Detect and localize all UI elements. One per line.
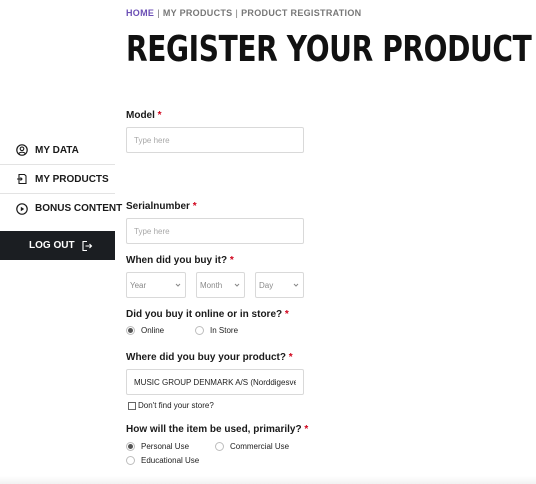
chevron-down-icon: [175, 283, 181, 287]
sidebar-item-label: BONUS CONTENT: [35, 203, 123, 214]
play-circle-icon: [16, 202, 28, 215]
breadcrumb-home-link[interactable]: HOME: [126, 8, 154, 18]
radio-label: In Store: [210, 326, 239, 335]
breadcrumb-my-products-link[interactable]: MY PRODUCTS: [163, 8, 233, 18]
radio-label: Commercial Use: [230, 442, 290, 451]
channel-label: Did you buy it online or in store? *: [126, 309, 289, 320]
model-input[interactable]: [126, 127, 304, 153]
sidebar-item-label: MY DATA: [35, 144, 79, 156]
required-marker: *: [304, 424, 309, 435]
logout-label: LOG OUT: [29, 240, 75, 251]
logout-icon: [81, 240, 93, 252]
serial-label: Serialnumber *: [126, 201, 197, 212]
bottom-shadow: [0, 476, 536, 484]
breadcrumb-separator: |: [157, 8, 160, 18]
breadcrumb-current: PRODUCT REGISTRATION: [241, 8, 362, 18]
channel-label-text: Did you buy it online or in store?: [126, 309, 283, 320]
radio-label: Online: [141, 326, 165, 335]
sidebar-item-bonus-content[interactable]: BONUS CONTENT: [0, 194, 122, 223]
radio-label: Personal Use: [141, 442, 190, 451]
usage-label-text: How will the item be used, primarily?: [126, 424, 302, 435]
no-store-label: Don't find your store?: [138, 401, 214, 410]
required-marker: *: [284, 309, 289, 320]
usage-commercial-radio[interactable]: Commercial Use: [215, 442, 289, 451]
usage-label: How will the item be used, primarily? *: [126, 424, 308, 435]
sidebar: MY DATA MY PRODUCTS BONUS CONTENT LOG OU…: [0, 136, 122, 260]
year-select-value: Year: [130, 280, 147, 290]
sidebar-item-my-data[interactable]: MY DATA: [0, 136, 115, 165]
sidebar-item-label: MY PRODUCTS: [35, 173, 109, 185]
page-title: REGISTER YOUR PRODUCT: [126, 29, 532, 70]
product-register-icon: [16, 173, 28, 185]
radio-label: Educational Use: [141, 456, 200, 465]
logout-button[interactable]: LOG OUT: [0, 231, 115, 260]
breadcrumb: HOME | MY PRODUCTS | PRODUCT REGISTRATION: [126, 8, 361, 18]
serial-input[interactable]: [126, 218, 304, 244]
required-marker: *: [288, 352, 293, 363]
month-select-value: Month: [200, 280, 223, 290]
user-circle-icon: [16, 144, 28, 156]
purchase-date-label-text: When did you buy it?: [126, 255, 228, 266]
serial-label-text: Serialnumber: [126, 201, 190, 212]
purchase-date-label: When did you buy it? *: [126, 255, 234, 266]
radio-button[interactable]: [195, 326, 204, 335]
breadcrumb-separator: |: [235, 8, 239, 18]
channel-online-radio[interactable]: Online: [126, 326, 164, 335]
no-store-checkbox-row[interactable]: Don't find your store?: [128, 401, 214, 410]
day-select[interactable]: Day: [255, 272, 304, 298]
required-marker: *: [157, 110, 162, 121]
required-marker: *: [192, 201, 197, 212]
usage-educational-radio[interactable]: Educational Use: [126, 456, 199, 465]
sidebar-item-my-products[interactable]: MY PRODUCTS: [0, 165, 115, 194]
chevron-down-icon: [234, 283, 240, 287]
usage-personal-radio[interactable]: Personal Use: [126, 442, 189, 451]
radio-button[interactable]: [126, 456, 135, 465]
chevron-down-icon: [293, 283, 299, 287]
model-label-text: Model: [126, 110, 155, 121]
year-select[interactable]: Year: [126, 272, 186, 298]
month-select[interactable]: Month: [196, 272, 245, 298]
radio-button[interactable]: [126, 442, 135, 451]
model-label: Model *: [126, 110, 162, 121]
required-marker: *: [229, 255, 234, 266]
store-label: Where did you buy your product? *: [126, 352, 293, 363]
radio-button[interactable]: [126, 326, 135, 335]
store-label-text: Where did you buy your product?: [126, 352, 286, 363]
day-select-value: Day: [259, 280, 274, 290]
channel-in-store-radio[interactable]: In Store: [195, 326, 238, 335]
no-store-checkbox[interactable]: [128, 401, 136, 410]
radio-button[interactable]: [215, 442, 224, 451]
store-input[interactable]: [126, 369, 304, 395]
